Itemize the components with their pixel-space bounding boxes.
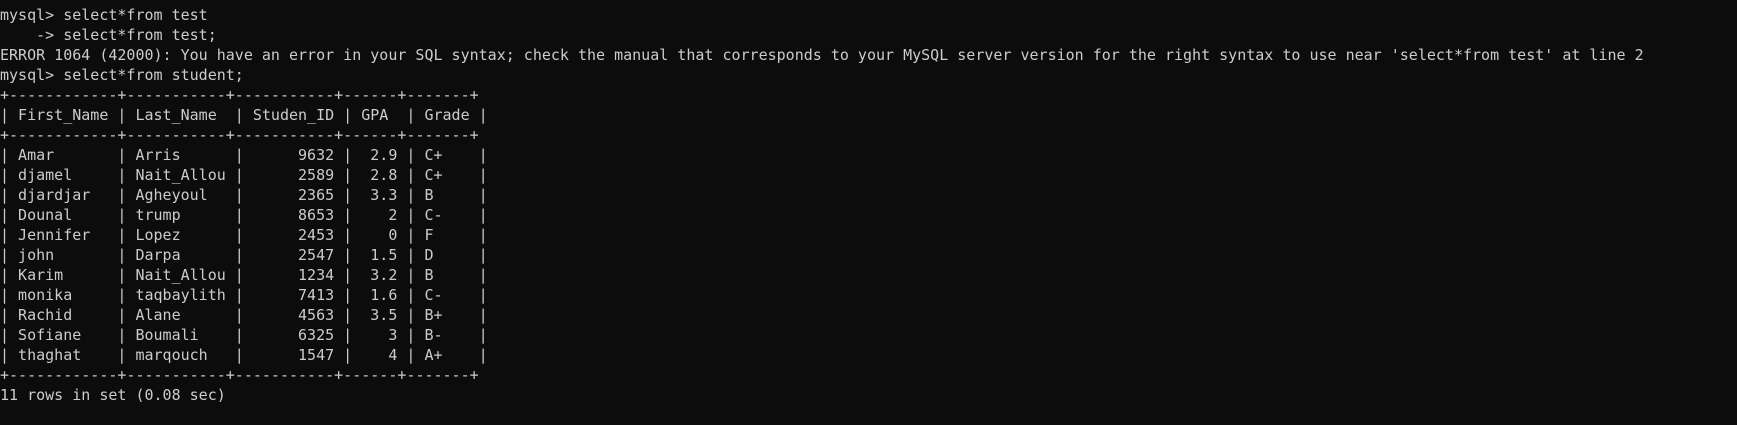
table-border: +------------+-----------+-----------+--…	[0, 86, 479, 104]
table-row: | john | Darpa | 2547 | 1.5 | D |	[0, 246, 488, 264]
table-row: | djamel | Nait_Allou | 2589 | 2.8 | C+ …	[0, 166, 488, 184]
table-row: | djardjar | Agheyoul | 2365 | 3.3 | B |	[0, 186, 488, 204]
table-row: | monika | taqbaylith | 7413 | 1.6 | C- …	[0, 286, 488, 304]
command-line: mysql> select*from student;	[0, 66, 244, 84]
command-line: mysql> select*from test	[0, 6, 208, 24]
table-row: | Dounal | trump | 8653 | 2 | C- |	[0, 206, 488, 224]
table-row: | Sofiane | Boumali | 6325 | 3 | B- |	[0, 326, 488, 344]
terminal-window[interactable]: mysql> select*from test -> select*from t…	[0, 0, 1737, 425]
continuation-line: -> select*from test;	[0, 26, 217, 44]
table-header: | First_Name | Last_Name | Studen_ID | G…	[0, 106, 488, 124]
table-row: | Jennifer | Lopez | 2453 | 0 | F |	[0, 226, 488, 244]
table-row: | Rachid | Alane | 4563 | 3.5 | B+ |	[0, 306, 488, 324]
table-row: | Karim | Nait_Allou | 1234 | 3.2 | B |	[0, 266, 488, 284]
result-summary: 11 rows in set (0.08 sec)	[0, 386, 226, 404]
error-message: ERROR 1064 (42000): You have an error in…	[0, 46, 1644, 64]
table-border: +------------+-----------+-----------+--…	[0, 366, 479, 384]
table-row: | thaghat | marqouch | 1547 | 4 | A+ |	[0, 346, 488, 364]
table-row: | Amar | Arris | 9632 | 2.9 | C+ |	[0, 146, 488, 164]
table-border: +------------+-----------+-----------+--…	[0, 126, 479, 144]
